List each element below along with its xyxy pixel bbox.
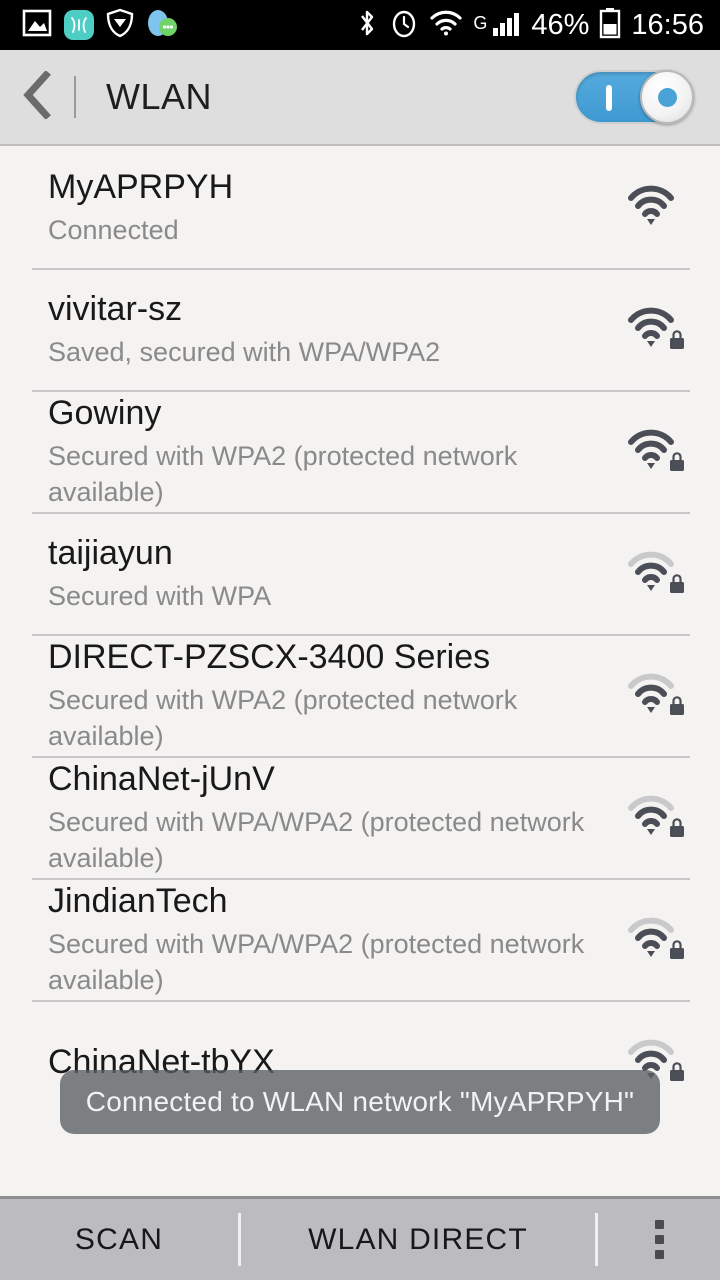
bottom-action-bar: SCAN WLAN DIRECT <box>0 1196 720 1280</box>
network-status: Secured with WPA <box>48 581 272 612</box>
header-divider <box>74 76 76 118</box>
toggle-knob-dot <box>657 87 677 107</box>
network-list-item[interactable]: vivitar-sz Saved, secured with WPA/WPA2 <box>0 270 720 390</box>
network-ssid: taijiayun <box>48 534 173 573</box>
network-text-block: Gowiny Secured with WPA2 (protected netwo… <box>48 393 620 510</box>
network-text-block: taijiayun Secured with WPA <box>48 533 620 615</box>
toggle-on-mark <box>606 85 612 111</box>
toggle-knob <box>640 70 694 124</box>
battery-percent-label: 46% <box>531 8 590 41</box>
shield-icon <box>106 8 134 43</box>
wlan-direct-button[interactable]: WLAN DIRECT <box>241 1199 595 1280</box>
back-button[interactable] <box>0 50 74 144</box>
gallery-icon <box>22 8 52 43</box>
network-text-block: MyAPRPYH Connected <box>48 167 620 249</box>
network-status: Saved, secured with WPA/WPA2 <box>48 337 441 368</box>
wifi-network-list[interactable]: MyAPRPYH Connected vivitar-sz Saved, secure… <box>0 148 720 1196</box>
battery-icon <box>599 7 621 44</box>
app-header: WLAN <box>0 50 720 146</box>
scan-button[interactable]: SCAN <box>0 1199 238 1280</box>
network-ssid: JindianTech <box>48 882 228 921</box>
status-bar-system-icons: G 46% 16:56 <box>355 7 720 44</box>
overflow-menu-button[interactable] <box>598 1199 720 1280</box>
back-chevron-icon <box>20 69 54 124</box>
alarm-icon <box>389 7 419 44</box>
wifi-secured-icon <box>620 427 690 477</box>
network-ssid: vivitar-sz <box>48 290 183 329</box>
wifi-secured-icon <box>620 915 690 965</box>
wlan-toggle-switch[interactable] <box>574 70 694 124</box>
network-ssid: ChinaNet-jUnV <box>48 760 275 799</box>
status-bar-notification-icons <box>0 8 178 43</box>
wifi-icon <box>429 9 463 42</box>
wifi-secured-icon <box>620 671 690 721</box>
page-title: WLAN <box>106 76 213 117</box>
network-list-item[interactable]: DIRECT-PZSCX-3400 Series Secured with WPA… <box>0 636 720 756</box>
toast-message: Connected to WLAN network "MyAPRPYH" <box>85 1086 635 1117</box>
bluetooth-icon <box>355 7 379 44</box>
network-status: Secured with WPA/WPA2 (protected network… <box>48 929 585 996</box>
clock-label: 16:56 <box>631 8 704 41</box>
signal-bars-icon <box>491 8 521 43</box>
network-status: Secured with WPA2 (protected network ava… <box>48 685 518 752</box>
wifi-secured-icon <box>620 549 690 599</box>
network-text-block: DIRECT-PZSCX-3400 Series Secured with WPA… <box>48 637 620 754</box>
wlan-settings-screen: G 46% 16:56 WLAN MyAPRPYH Connected vivi… <box>0 0 720 1280</box>
network-list-item[interactable]: Gowiny Secured with WPA2 (protected netwo… <box>0 392 720 512</box>
network-list-item[interactable]: ChinaNet-jUnV Secured with WPA/WPA2 (prot… <box>0 758 720 878</box>
toast-notification: Connected to WLAN network "MyAPRPYH" <box>60 1070 660 1134</box>
network-list-item[interactable]: MyAPRPYH Connected <box>0 148 720 268</box>
network-ssid: MyAPRPYH <box>48 168 234 207</box>
wifi-icon <box>620 183 690 233</box>
overflow-menu-icon <box>654 1220 664 1259</box>
network-ssid: Gowiny <box>48 394 162 433</box>
status-bar: G 46% 16:56 <box>0 0 720 50</box>
network-text-block: vivitar-sz Saved, secured with WPA/WPA2 <box>48 289 620 371</box>
network-text-block: JindianTech Secured with WPA/WPA2 (protec… <box>48 881 620 998</box>
network-list-item[interactable]: JindianTech Secured with WPA/WPA2 (protec… <box>0 880 720 1000</box>
network-status: Secured with WPA/WPA2 (protected network… <box>48 807 585 874</box>
wifi-secured-icon <box>620 793 690 843</box>
network-ssid: DIRECT-PZSCX-3400 Series <box>48 638 491 677</box>
network-status: Secured with WPA2 (protected network ava… <box>48 441 518 508</box>
qq-icon <box>146 8 178 43</box>
wifi-secured-icon <box>620 305 690 355</box>
network-text-block: ChinaNet-jUnV Secured with WPA/WPA2 (prot… <box>48 759 620 876</box>
network-list-item[interactable]: taijiayun Secured with WPA <box>0 514 720 634</box>
huawei-icon <box>64 10 94 40</box>
network-status: Connected <box>48 215 179 246</box>
network-type-label: G <box>473 12 488 33</box>
